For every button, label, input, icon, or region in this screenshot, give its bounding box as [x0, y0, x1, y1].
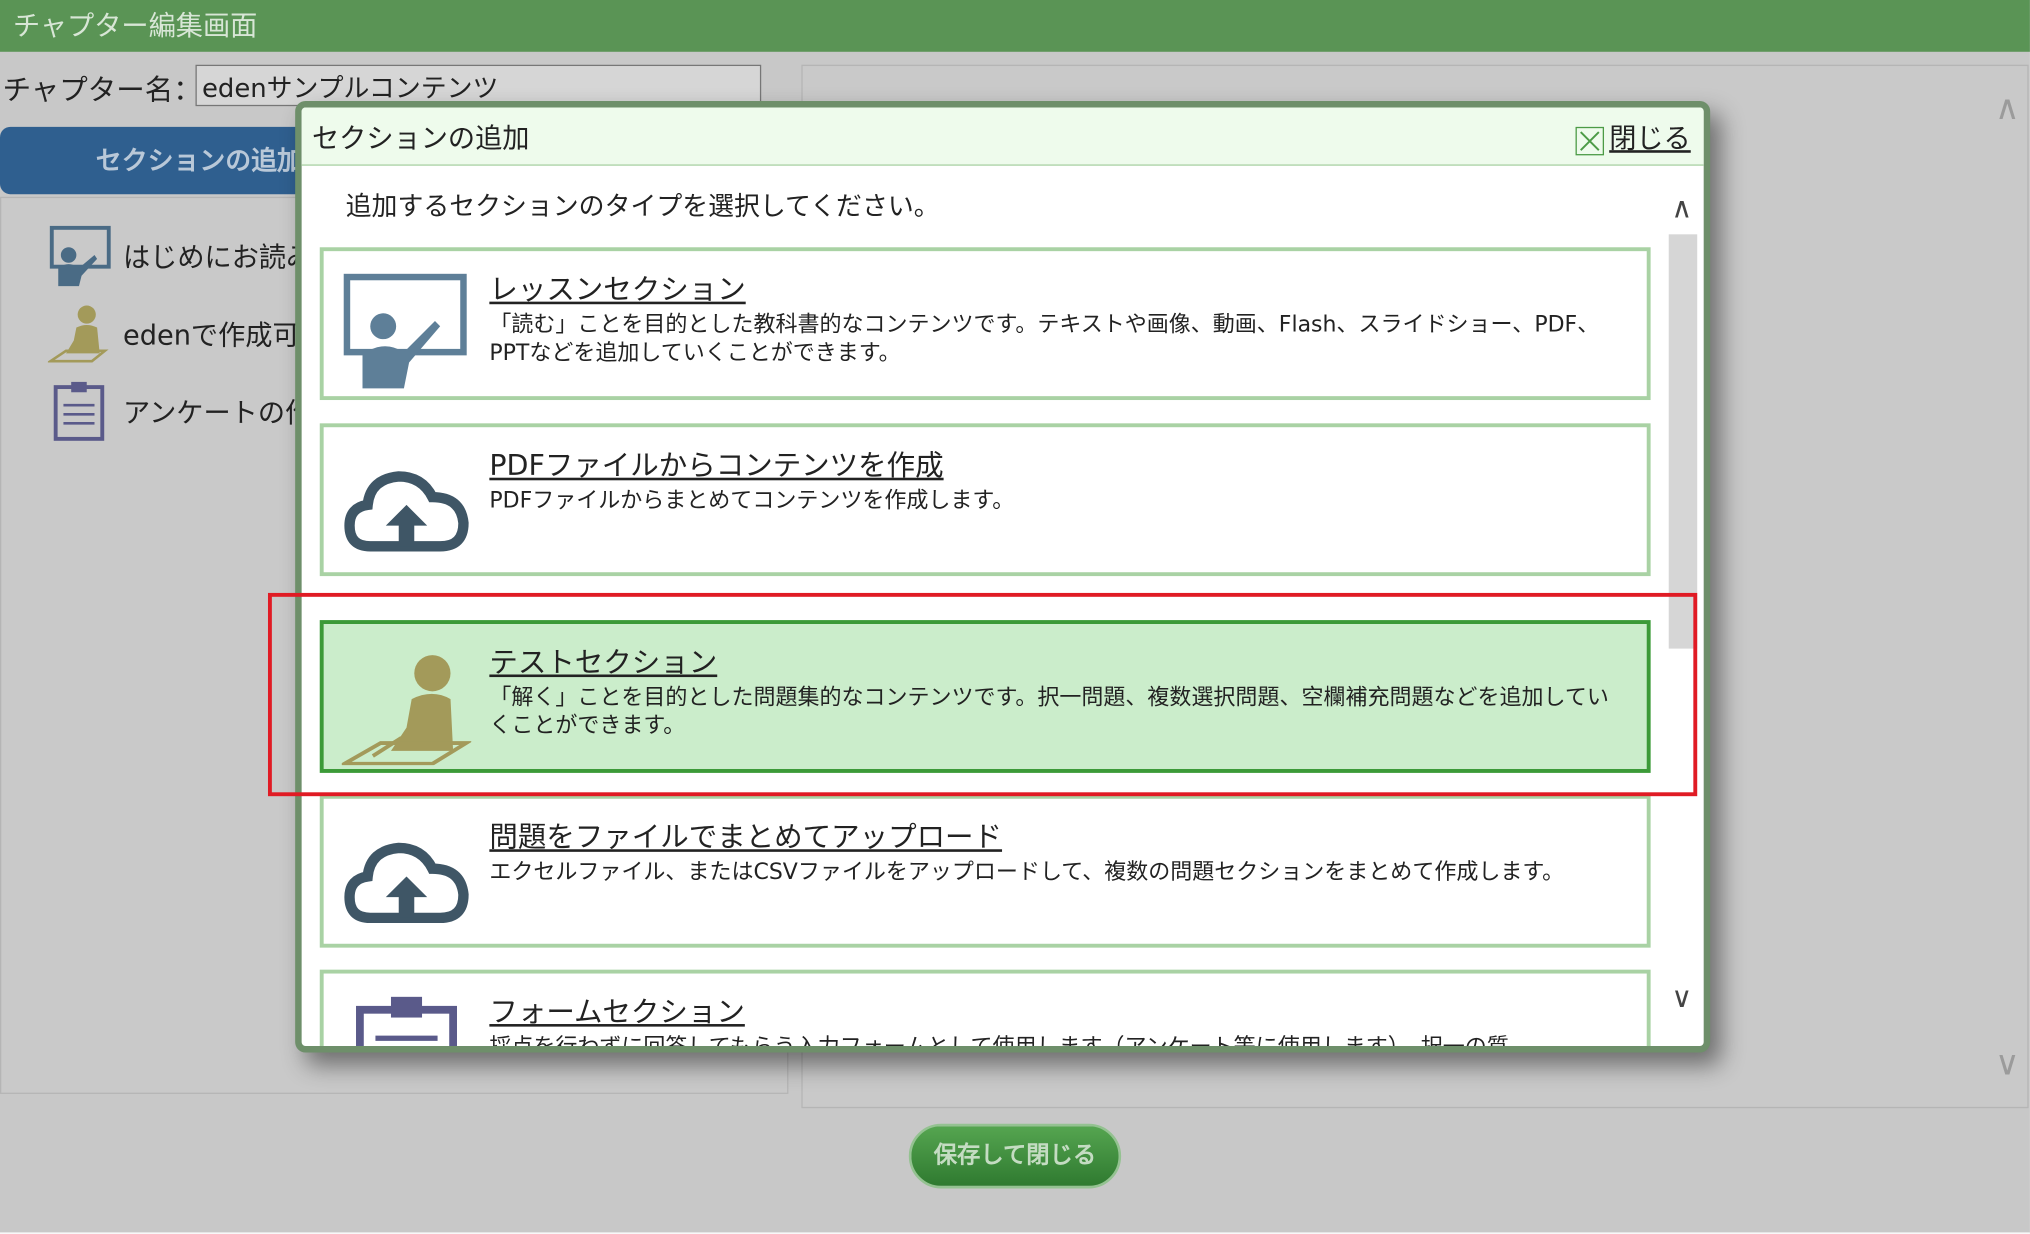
save-close-button[interactable]: 保存して閉じる: [908, 1123, 1122, 1189]
chevron-down-icon[interactable]: ∨: [1995, 1045, 2020, 1084]
section-type-bulk-upload[interactable]: 問題をファイルでまとめてアップロード エクセルファイル、またはCSVファイルをア…: [319, 794, 1651, 948]
chevron-down-icon[interactable]: ∨: [1671, 983, 1692, 1015]
section-type-title[interactable]: レッスンセクション: [489, 267, 745, 308]
tree-item-intro[interactable]: はじめにお読み: [48, 224, 313, 289]
section-type-pdf[interactable]: PDFファイルからコンテンツを作成 PDFファイルからまとめてコンテンツを作成し…: [319, 423, 1651, 577]
tree-item-eden[interactable]: edenで作成可: [47, 302, 300, 367]
section-type-test[interactable]: テストセクション 「解く」ことを目的とした問題集的なコンテンツです。択一問題、複…: [319, 620, 1651, 773]
dialog-instruction: 追加するセクションのタイプを選択してください。: [345, 190, 940, 222]
tree-item-label: edenで作成可: [122, 319, 300, 351]
tree-item-survey[interactable]: アンケートの作: [48, 379, 312, 444]
dialog-scrollbar[interactable]: [1668, 234, 1698, 649]
chevron-up-icon[interactable]: ∧: [1995, 89, 2020, 128]
chevron-up-icon[interactable]: ∧: [1671, 193, 1692, 225]
chapter-name-label: チャプター名：: [2, 75, 202, 108]
section-type-title[interactable]: 問題をファイルでまとめてアップロード: [489, 814, 1002, 855]
section-type-title[interactable]: PDFファイルからコンテンツを作成: [489, 443, 943, 484]
close-icon: [1575, 126, 1605, 156]
teacher-board-icon: [343, 273, 467, 389]
student-writing-icon: [341, 655, 472, 766]
section-type-description: PDFファイルからまとめてコンテンツを作成します。: [489, 488, 1015, 514]
section-type-description: エクセルファイル、またはCSVファイルをアップロードして、複数の問題セクションを…: [489, 859, 1565, 886]
section-type-title[interactable]: テストセクション: [489, 640, 717, 681]
test-icon: [47, 305, 109, 363]
close-label: 閉じる: [1609, 122, 1691, 155]
tree-item-label: アンケートの作: [122, 397, 313, 429]
lesson-icon: [49, 225, 111, 287]
cloud-upload-icon: [344, 471, 469, 552]
screen: チャプター編集画面 チャプター名： セクションの追加 はじめにお読み edenで…: [0, 0, 2030, 1234]
window-title: チャプター編集画面: [0, 0, 2030, 52]
form-icon: [53, 381, 105, 441]
section-type-lesson[interactable]: レッスンセクション 「読む」ことを目的とした教科書的なコンテンツです。テキストや…: [319, 247, 1651, 401]
section-type-form[interactable]: フォームセクション 採点を行わずに回答してもらう入力フォームとして使用します（ア…: [319, 969, 1651, 1053]
section-type-description: 「読む」ことを目的とした教科書的なコンテンツです。テキストや画像、動画、Flas…: [489, 311, 1600, 367]
dialog-header: セクションの追加 閉じる: [301, 107, 1704, 166]
chapter-name-input[interactable]: [195, 64, 762, 107]
clipboard-icon: [356, 996, 457, 1047]
section-type-description: 採点を行わずに回答してもらう入力フォームとして使用します（アンケート等に使用しま…: [489, 1034, 1509, 1053]
close-button[interactable]: 閉じる: [1575, 118, 1691, 157]
section-type-title[interactable]: フォームセクション: [489, 989, 744, 1030]
cloud-upload-icon: [344, 842, 469, 924]
tree-item-label: はじめにお読み: [122, 242, 314, 274]
dialog-title: セクションの追加: [311, 122, 530, 155]
section-type-description: 「解く」ことを目的とした問題集的なコンテンツです。択一問題、複数選択問題、空欄補…: [489, 684, 1609, 740]
add-section-dialog: セクションの追加 閉じる 追加するセクションのタイプを選択してください。 ∧ ∨…: [295, 100, 1711, 1053]
